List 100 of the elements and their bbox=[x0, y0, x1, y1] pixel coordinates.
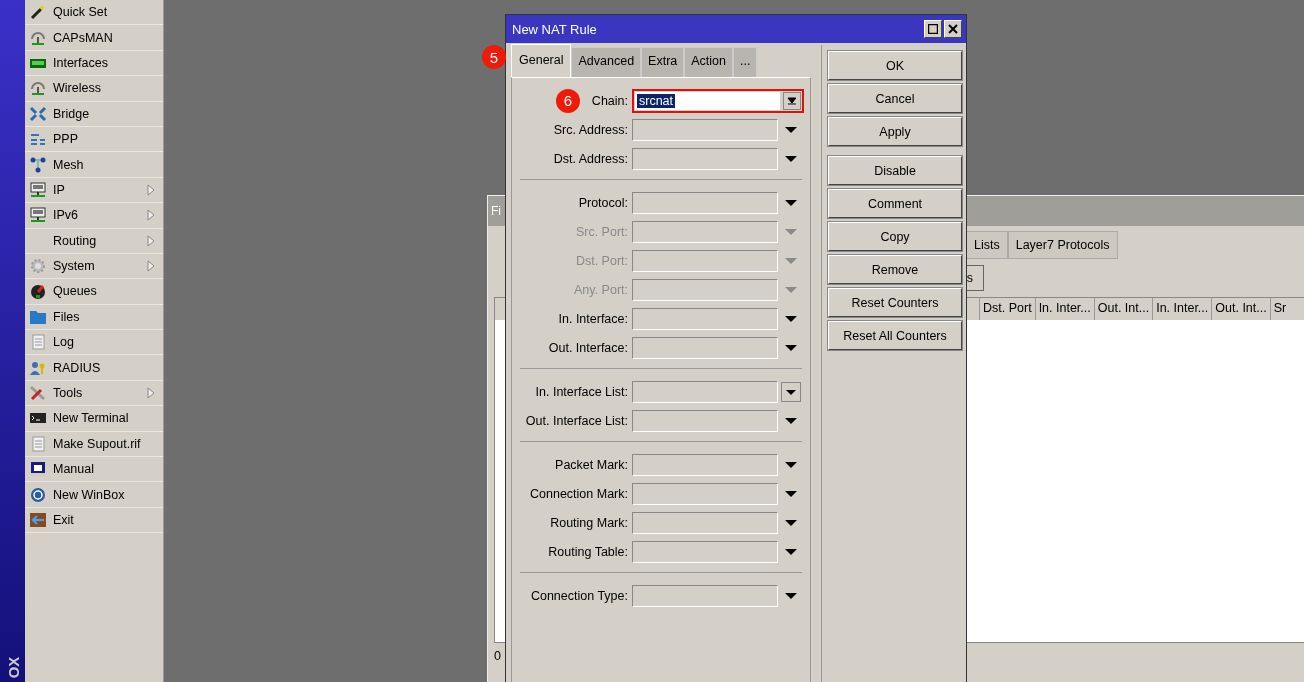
menu-item[interactable]: Manual bbox=[25, 457, 163, 483]
column-header[interactable]: In. Inter... bbox=[1152, 298, 1212, 320]
dialog-button[interactable]: Disable bbox=[828, 156, 962, 185]
step-badge: 6 bbox=[555, 88, 580, 113]
field-label: Out. Interface List: bbox=[525, 413, 628, 428]
tab[interactable]: Action bbox=[684, 47, 734, 77]
menu-item[interactable]: Files bbox=[25, 304, 163, 331]
dropdown-icon[interactable] bbox=[784, 124, 798, 135]
dropdown-icon[interactable] bbox=[784, 590, 798, 601]
menu-item[interactable]: Quick Set bbox=[25, 0, 163, 26]
menu-item[interactable]: Queues bbox=[25, 279, 163, 305]
menu-item[interactable]: CAPsMAN bbox=[25, 25, 163, 51]
exit-icon bbox=[29, 512, 47, 528]
dropdown-icon[interactable] bbox=[784, 415, 798, 426]
dialog-button[interactable]: Cancel bbox=[828, 84, 962, 113]
monitor-icon bbox=[29, 207, 47, 224]
input-field[interactable] bbox=[632, 147, 778, 170]
column-header[interactable]: Dst. Port bbox=[979, 298, 1035, 320]
lines-icon bbox=[29, 131, 47, 148]
input-field[interactable] bbox=[632, 278, 778, 301]
close-button[interactable] bbox=[944, 20, 962, 38]
input-field[interactable] bbox=[632, 307, 778, 330]
dropdown-icon[interactable] bbox=[784, 546, 798, 557]
column-header[interactable]: Out. Int... bbox=[1093, 298, 1153, 320]
gear-icon bbox=[29, 258, 47, 275]
tab[interactable]: General bbox=[511, 44, 572, 77]
input-field[interactable] bbox=[632, 409, 778, 432]
chain-combobox[interactable]: srcnat bbox=[632, 88, 804, 113]
menu-item[interactable]: Interfaces bbox=[25, 50, 163, 77]
menu-item[interactable]: New WinBox bbox=[25, 482, 163, 508]
tab[interactable]: Layer7 Protocols bbox=[1007, 231, 1118, 259]
menu-item[interactable]: New Terminal bbox=[25, 406, 163, 432]
field-label: Routing Table: bbox=[548, 544, 628, 559]
menu-item[interactable]: System bbox=[25, 253, 163, 280]
dropdown-icon[interactable] bbox=[784, 517, 798, 528]
dialog-button[interactable]: Reset Counters bbox=[828, 288, 962, 317]
antenna-icon bbox=[29, 80, 47, 97]
menu-item[interactable]: IP bbox=[25, 177, 163, 204]
monitor-icon bbox=[29, 181, 47, 198]
input-field[interactable] bbox=[632, 511, 778, 534]
input-field[interactable] bbox=[632, 482, 778, 505]
dialog-button[interactable]: Remove bbox=[828, 255, 962, 284]
dropdown-icon[interactable] bbox=[784, 153, 798, 164]
menu-item[interactable]: Exit bbox=[25, 507, 163, 534]
menu-item[interactable]: IPv6 bbox=[25, 203, 163, 229]
dropdown-icon[interactable] bbox=[784, 488, 798, 499]
dropdown-icon[interactable] bbox=[784, 459, 798, 470]
field-label: Packet Mark: bbox=[555, 457, 628, 472]
input-field[interactable] bbox=[632, 380, 778, 403]
menu-item[interactable]: Routing bbox=[25, 228, 163, 254]
menu-item[interactable]: Log bbox=[25, 330, 163, 356]
input-field[interactable] bbox=[632, 584, 778, 607]
menu-item[interactable]: Mesh bbox=[25, 152, 163, 178]
field-label: Chain: bbox=[591, 93, 628, 108]
tab[interactable]: ... bbox=[733, 47, 758, 77]
field-label: Dst. Address: bbox=[553, 151, 628, 166]
menu-item[interactable]: RADIUS bbox=[25, 355, 163, 381]
maximize-icon bbox=[928, 24, 938, 34]
menu-item[interactable]: PPP bbox=[25, 126, 163, 153]
status-count: 0 bbox=[494, 649, 501, 663]
input-field[interactable] bbox=[632, 453, 778, 476]
dialog-button[interactable]: Comment bbox=[828, 189, 962, 218]
arrows-icon bbox=[29, 105, 47, 122]
column-header[interactable]: Out. Int... bbox=[1211, 298, 1270, 320]
menu-item[interactable]: Make Supout.rif bbox=[25, 431, 163, 458]
field-label: Connection Type: bbox=[530, 588, 628, 603]
input-field[interactable] bbox=[632, 540, 778, 563]
dropdown-icon[interactable] bbox=[784, 342, 798, 353]
field-label: Src. Address: bbox=[553, 122, 628, 137]
step-badge: 5 bbox=[482, 45, 506, 69]
dropdown-icon[interactable] bbox=[784, 313, 798, 324]
tab[interactable]: Extra bbox=[641, 47, 685, 77]
window-title: Fi bbox=[491, 204, 501, 218]
input-field[interactable] bbox=[632, 249, 778, 272]
dropdown-icon[interactable] bbox=[783, 91, 801, 110]
field-label: Protocol: bbox=[578, 195, 628, 210]
menu-item[interactable]: Wireless bbox=[25, 76, 163, 102]
field-label: In. Interface List: bbox=[535, 384, 628, 399]
maximize-button[interactable] bbox=[924, 20, 942, 38]
input-field[interactable] bbox=[632, 220, 778, 243]
nodes-icon bbox=[29, 156, 47, 173]
menu-item[interactable]: Bridge bbox=[25, 101, 163, 127]
gauge-icon bbox=[29, 283, 47, 300]
dialog-button[interactable]: Reset All Counters bbox=[828, 321, 962, 350]
column-header[interactable]: Sr bbox=[1269, 298, 1304, 320]
input-field[interactable] bbox=[632, 336, 778, 359]
menu-item[interactable]: Tools bbox=[25, 380, 163, 407]
dialog-button[interactable]: Copy bbox=[828, 222, 962, 251]
tab[interactable]: Advanced bbox=[571, 47, 642, 77]
window-title: New NAT Rule bbox=[512, 21, 598, 37]
dropdown-icon[interactable] bbox=[781, 381, 801, 402]
dialog-button[interactable]: Apply bbox=[828, 117, 962, 146]
column-header[interactable]: In. Inter... bbox=[1034, 298, 1094, 320]
field-label: Src. Port: bbox=[575, 224, 628, 239]
input-field[interactable] bbox=[632, 118, 778, 141]
dialog-button[interactable]: OK bbox=[828, 51, 962, 80]
tab[interactable]: Lists bbox=[966, 231, 1008, 259]
input-field[interactable] bbox=[632, 191, 778, 214]
dropdown-icon[interactable] bbox=[784, 197, 798, 208]
field-label: Dst. Port: bbox=[575, 253, 628, 268]
